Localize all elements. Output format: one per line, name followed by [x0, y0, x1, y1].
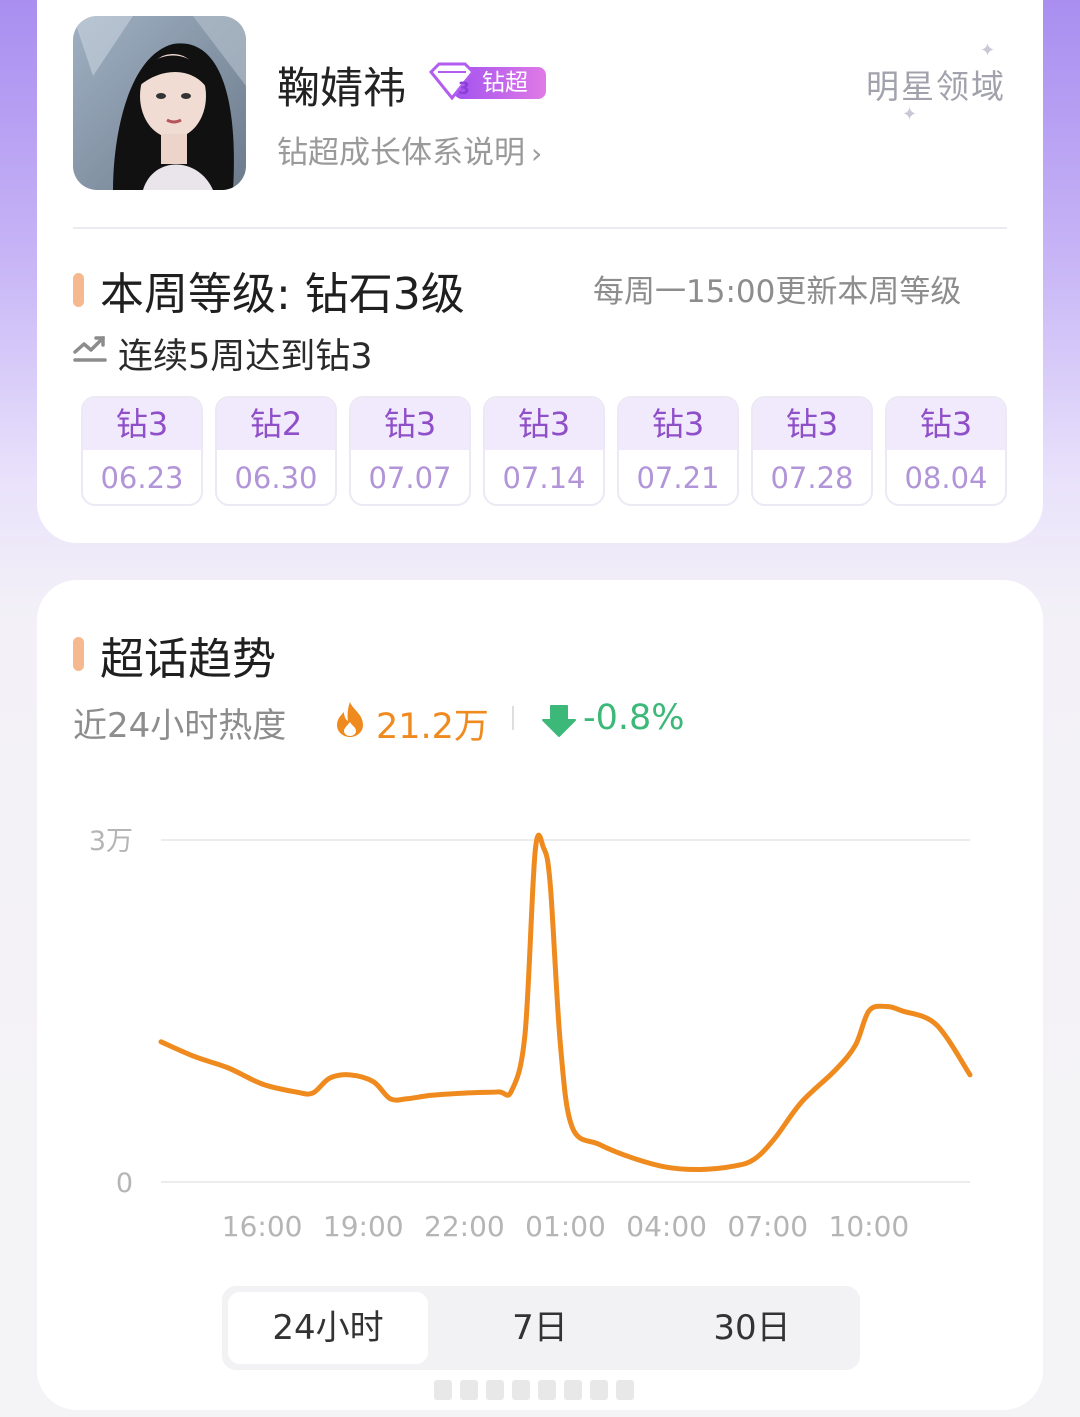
domain-logo: 明星领域	[866, 67, 1006, 106]
x-tick-label: 19:00	[323, 1210, 404, 1243]
series-line	[158, 832, 973, 1172]
week-level: 钻3	[887, 398, 1005, 450]
badge-label: 钻超	[482, 70, 528, 96]
weekly-level-title: 本周等级: 钻石3级	[100, 269, 465, 320]
week-level-cell: 钻3 07.07	[349, 396, 471, 506]
x-tick-label: 01:00	[525, 1210, 606, 1243]
week-level-cell: 钻3 07.28	[751, 396, 873, 506]
week-level: 钻2	[217, 398, 335, 450]
watermark-logo	[434, 1380, 634, 1400]
week-level-cell: 钻3 06.23	[81, 396, 203, 506]
update-note: 每周一15:00更新本周等级	[593, 274, 962, 310]
sparkle-icon: ✦	[902, 104, 918, 125]
week-level: 钻3	[351, 398, 469, 450]
chevron-right-icon: ›	[531, 137, 543, 170]
x-tick-label: 16:00	[222, 1210, 303, 1243]
week-level-cell: 钻3 07.14	[483, 396, 605, 506]
week-date: 07.14	[502, 461, 586, 495]
sparkle-icon: ✦	[980, 40, 996, 61]
y-tick-label: 0	[116, 1168, 133, 1199]
arrow-down-icon	[542, 705, 576, 737]
week-level: 钻3	[619, 398, 737, 450]
week-level-cell: 钻3 07.21	[617, 396, 739, 506]
week-level: 钻3	[753, 398, 871, 450]
week-level-cell: 钻2 06.30	[215, 396, 337, 506]
x-tick-label: 22:00	[424, 1210, 505, 1243]
week-level: 钻3	[83, 398, 201, 450]
week-date: 07.28	[770, 461, 854, 495]
week-date: 06.23	[100, 461, 184, 495]
heat-value: 21.2万	[376, 707, 489, 747]
streak-text: 连续5周达到钻3	[118, 337, 373, 377]
week-date: 06.30	[234, 461, 318, 495]
fire-icon	[337, 702, 363, 737]
growth-system-link[interactable]: 钻超成长体系说明 ›	[277, 127, 542, 172]
week-level: 钻3	[485, 398, 603, 450]
week-date: 07.21	[636, 461, 720, 495]
x-tick-label: 10:00	[829, 1210, 910, 1243]
x-tick-label: 07:00	[727, 1210, 808, 1243]
week-date: 07.07	[368, 461, 452, 495]
growth-link-label: 钻超成长体系说明	[277, 135, 525, 171]
x-tick-label: 04:00	[626, 1210, 707, 1243]
tab-7d[interactable]: 7日	[440, 1292, 640, 1364]
trend-up-icon	[73, 336, 107, 362]
section-marker	[73, 637, 84, 671]
heat-trend-chart: 3万 0 16:00 19:00 22:00 01:00 04:00 07:00 10:00	[89, 826, 973, 1243]
weekly-levels: 钻3 06.23 钻2 06.30 钻3 07.07 钻3 07.14 钻3 0…	[81, 396, 1007, 508]
divider	[73, 227, 1007, 229]
range-tabs: 24小时 7日 30日	[222, 1286, 860, 1370]
tab-24h[interactable]: 24小时	[228, 1292, 428, 1364]
heat-change: -0.8%	[583, 698, 685, 738]
week-level-cell: 钻3 08.04	[885, 396, 1007, 506]
badge-level: 3	[458, 79, 470, 99]
heat-label: 近24小时热度	[73, 706, 287, 746]
user-name: 鞠婧祎	[277, 64, 406, 114]
week-date: 08.04	[904, 461, 988, 495]
divider	[512, 706, 514, 730]
section-marker	[73, 273, 84, 307]
trend-title: 超话趋势	[100, 634, 276, 685]
tab-30d[interactable]: 30日	[652, 1292, 852, 1364]
avatar[interactable]	[73, 16, 246, 190]
y-tick-label: 3万	[89, 826, 133, 857]
